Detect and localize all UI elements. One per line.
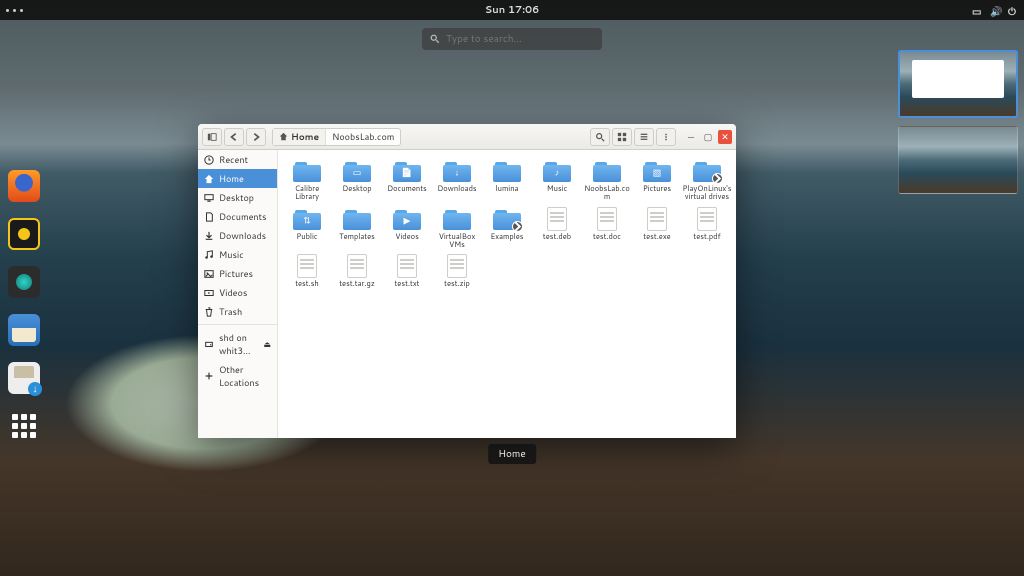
sidebar-item-recent[interactable]: Recent — [198, 150, 277, 169]
menu-button[interactable] — [634, 128, 654, 146]
file-item[interactable]: test.doc — [582, 206, 632, 250]
dock-app-software[interactable] — [8, 362, 40, 394]
folder-item[interactable]: ↓Downloads — [432, 158, 482, 202]
file-item[interactable]: test.deb — [532, 206, 582, 250]
link-badge-icon — [712, 173, 723, 184]
sidebar-item-videos[interactable]: Videos — [198, 283, 277, 302]
folder-item[interactable]: lumina — [482, 158, 532, 202]
sidebar-item-trash[interactable]: Trash — [198, 302, 277, 321]
view-toggle-button[interactable] — [612, 128, 632, 146]
workspace-1[interactable] — [898, 50, 1018, 118]
dock-app-firefox[interactable] — [8, 170, 40, 202]
folder-item[interactable]: ▶Videos — [382, 206, 432, 250]
folder-item[interactable]: VirtualBox VMs — [432, 206, 482, 250]
window-titlebar: Home NoobsLab.com — ▢ ✕ — [198, 124, 736, 150]
back-button[interactable] — [224, 128, 244, 146]
search-button[interactable] — [590, 128, 610, 146]
sidebar-toggle-button[interactable] — [202, 128, 222, 146]
folder-item[interactable]: ▭Desktop — [332, 158, 382, 202]
workspace-2[interactable] — [898, 126, 1018, 194]
forward-button[interactable] — [246, 128, 266, 146]
search-icon — [430, 34, 440, 44]
places-sidebar: RecentHomeDesktopDocumentsDownloadsMusic… — [198, 150, 278, 438]
workspace-switcher — [898, 50, 1018, 194]
file-item[interactable]: test.pdf — [682, 206, 732, 250]
maximize-button[interactable]: ▢ — [701, 130, 715, 144]
folder-item[interactable]: PlayOnLinux's virtual drives — [682, 158, 732, 202]
path-segment[interactable]: NoobsLab.com — [326, 129, 400, 145]
clock-label[interactable]: Sun 17:06 — [485, 3, 540, 17]
dock-app-files[interactable] — [8, 314, 40, 346]
sidebar-item-downloads[interactable]: Downloads — [198, 226, 277, 245]
power-icon[interactable]: ⏻ — [1008, 5, 1018, 15]
activities-button[interactable] — [6, 9, 23, 12]
sidebar-item-other-locations[interactable]: Other Locations — [198, 360, 277, 392]
dock-app-grid[interactable] — [8, 410, 40, 442]
sidebar-item-pictures[interactable]: Pictures — [198, 264, 277, 283]
top-bar: Sun 17:06 ▭ 🔊 ⏻ — [0, 0, 1024, 20]
folder-item[interactable]: ⇅Public — [282, 206, 332, 250]
folder-item[interactable]: ▧Pictures — [632, 158, 682, 202]
files-window: Home NoobsLab.com — ▢ ✕ RecentHomeDeskto… — [198, 124, 736, 438]
path-home[interactable]: Home — [273, 129, 326, 145]
file-item[interactable]: test.sh — [282, 253, 332, 288]
file-item[interactable]: test.txt — [382, 253, 432, 288]
folder-item[interactable]: Templates — [332, 206, 382, 250]
volume-icon[interactable]: 🔊 — [990, 5, 1000, 15]
sidebar-item-desktop[interactable]: Desktop — [198, 188, 277, 207]
close-button[interactable]: ✕ — [718, 130, 732, 144]
window-caption: Home — [488, 444, 536, 464]
dock-app-rhythmbox[interactable] — [8, 218, 40, 250]
search-input[interactable] — [446, 32, 594, 46]
folder-item[interactable]: Examples — [482, 206, 532, 250]
more-button[interactable] — [656, 128, 676, 146]
dash-dock — [8, 170, 40, 442]
link-badge-icon — [512, 221, 523, 232]
dock-app-photos[interactable] — [8, 266, 40, 298]
sidebar-item-home[interactable]: Home — [198, 169, 277, 188]
screen-icon[interactable]: ▭ — [972, 5, 982, 15]
folder-item[interactable]: ♪Music — [532, 158, 582, 202]
minimize-button[interactable]: — — [684, 130, 698, 144]
folder-item[interactable]: NoobsLab.com — [582, 158, 632, 202]
eject-icon[interactable]: ⏏ — [263, 338, 271, 350]
sidebar-item-music[interactable]: Music — [198, 245, 277, 264]
path-bar[interactable]: Home NoobsLab.com — [272, 128, 401, 146]
sidebar-item-shd-on-whit3-[interactable]: shd on whit3…⏏ — [198, 328, 277, 360]
sidebar-item-documents[interactable]: Documents — [198, 207, 277, 226]
folder-item[interactable]: Calibre Library — [282, 158, 332, 202]
file-item[interactable]: test.exe — [632, 206, 682, 250]
path-home-label: Home — [291, 130, 319, 143]
folder-item[interactable]: 📄Documents — [382, 158, 432, 202]
file-item[interactable]: test.tar.gz — [332, 253, 382, 288]
overview-search[interactable] — [422, 28, 602, 50]
file-item[interactable]: test.zip — [432, 253, 482, 288]
file-grid[interactable]: Calibre Library▭Desktop📄Documents↓Downlo… — [278, 150, 736, 438]
